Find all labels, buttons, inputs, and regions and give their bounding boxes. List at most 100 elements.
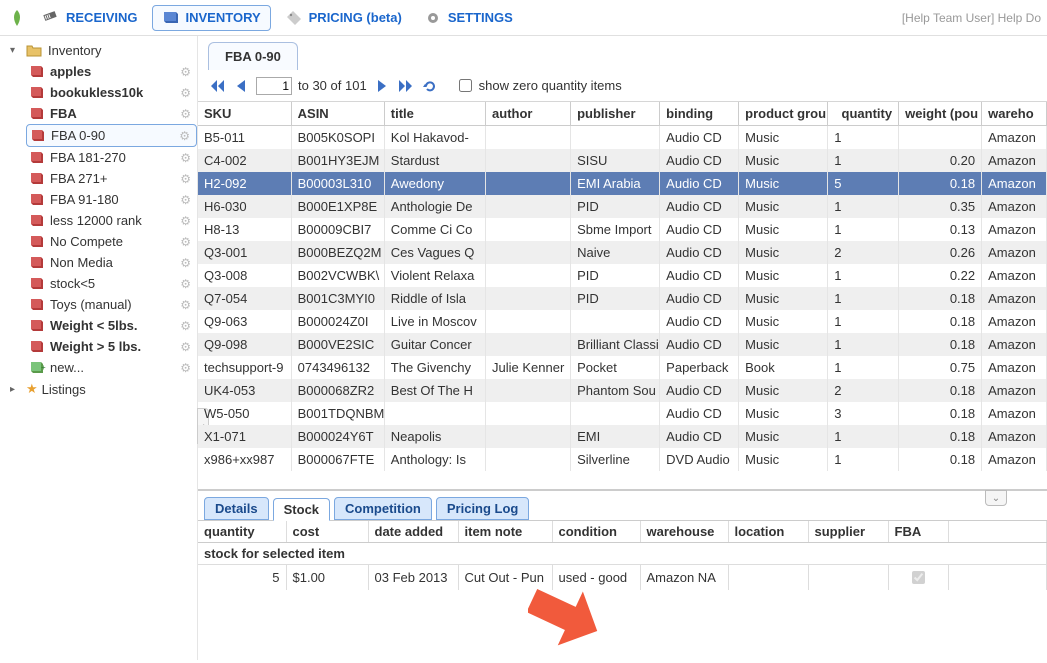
stock-column-header[interactable]: location (728, 521, 808, 543)
tab-receiving[interactable]: RECEIVING (34, 5, 146, 31)
table-row[interactable]: X1-071B000024Y6TNeapolisEMIAudio CDMusic… (198, 425, 1047, 448)
show-zero-qty-checkbox[interactable] (459, 79, 472, 92)
stock-column-header[interactable]: supplier (808, 521, 888, 543)
table-cell: Amazon (982, 425, 1047, 448)
detail-tab[interactable]: Details (204, 497, 269, 520)
column-header[interactable]: SKU (198, 102, 291, 126)
sidebar-item[interactable]: FBA⚙ (26, 103, 197, 124)
table-cell: Audio CD (660, 195, 739, 218)
table-cell (486, 402, 571, 425)
book-icon (30, 172, 46, 185)
gear-icon[interactable]: ⚙ (180, 151, 191, 165)
gear-icon[interactable]: ⚙ (180, 277, 191, 291)
gear-icon[interactable]: ⚙ (180, 65, 191, 79)
pager-prev-icon[interactable] (232, 78, 250, 94)
stock-column-header[interactable]: date added (368, 521, 458, 543)
sidebar-item[interactable]: Weight > 5 lbs.⚙ (26, 336, 197, 357)
gear-icon[interactable]: ⚙ (180, 86, 191, 100)
table-row[interactable]: Q7-054B001C3MYI0Riddle of IslaPIDAudio C… (198, 287, 1047, 310)
column-header[interactable]: weight (pou (899, 102, 982, 126)
pager-page-input[interactable] (256, 77, 292, 95)
tree-root-inventory[interactable]: ▾ Inventory (6, 40, 197, 61)
tree-expand-icon[interactable]: ▸ (10, 384, 22, 395)
table-row[interactable]: Q9-098B000VE2SICGuitar ConcerBrilliant C… (198, 333, 1047, 356)
sidebar-item[interactable]: FBA 271+⚙ (26, 168, 197, 189)
column-header[interactable]: binding (660, 102, 739, 126)
table-row[interactable]: x986+xx987B000067FTEAnthology: IsSilverl… (198, 448, 1047, 471)
column-header[interactable]: product grou (739, 102, 828, 126)
table-row[interactable]: Q3-008B002VCWBK\Violent RelaxaPIDAudio C… (198, 264, 1047, 287)
stock-column-header[interactable]: cost (286, 521, 368, 543)
table-cell: Audio CD (660, 402, 739, 425)
table-row[interactable]: Q9-063B000024Z0ILive in MoscovAudio CDMu… (198, 310, 1047, 333)
table-row[interactable]: H8-13B00009CBI7Comme Ci CoSbme ImportAud… (198, 218, 1047, 241)
sidebar-item[interactable]: No Compete⚙ (26, 231, 197, 252)
help-user-text: [Help Team User] Help Do (902, 11, 1041, 25)
stock-column-header[interactable]: item note (458, 521, 552, 543)
table-row[interactable]: W5-050B001TDQNBMAudio CDMusic30.18Amazon (198, 402, 1047, 425)
gear-icon[interactable]: ⚙ (179, 129, 190, 143)
sidebar-item[interactable]: Weight < 5lbs.⚙ (26, 315, 197, 336)
table-cell (486, 448, 571, 471)
column-header[interactable]: title (384, 102, 485, 126)
column-header[interactable]: wareho (982, 102, 1047, 126)
gear-icon[interactable]: ⚙ (180, 319, 191, 333)
tab-inventory[interactable]: INVENTORY (152, 5, 271, 31)
table-cell: Live in Moscov (384, 310, 485, 333)
table-cell: Music (739, 287, 828, 310)
gear-icon[interactable]: ⚙ (180, 214, 191, 228)
stock-fba-checkbox[interactable] (912, 571, 925, 584)
detail-tab[interactable]: Pricing Log (436, 497, 530, 520)
table-row[interactable]: techsupport-90743496132The GivenchyJulie… (198, 356, 1047, 379)
sidebar-item[interactable]: apples⚙ (26, 61, 197, 82)
sidebar-item[interactable]: Toys (manual)⚙ (26, 294, 197, 315)
sidebar-item[interactable]: bookukless10k⚙ (26, 82, 197, 103)
table-row[interactable]: B5-011B005K0SOPIKol Hakavod-Audio CDMusi… (198, 126, 1047, 150)
column-header[interactable]: publisher (571, 102, 660, 126)
sidebar-item[interactable]: +new...⚙ (26, 357, 197, 378)
book-icon (30, 340, 46, 353)
gear-icon[interactable]: ⚙ (180, 172, 191, 186)
table-row[interactable]: UK4-053B000068ZR2Best Of The HPhantom So… (198, 379, 1047, 402)
table-row[interactable]: H2-092B00003L310AwedonyEMI ArabiaAudio C… (198, 172, 1047, 195)
pager-last-icon[interactable] (397, 78, 415, 94)
table-cell: Naive (571, 241, 660, 264)
panel-tab[interactable]: FBA 0-90 (208, 42, 298, 70)
tree-root-listings[interactable]: ▸ ★ Listings (6, 378, 197, 400)
gear-icon[interactable]: ⚙ (180, 298, 191, 312)
gear-icon[interactable]: ⚙ (180, 361, 191, 375)
sidebar-item[interactable]: less 12000 rank⚙ (26, 210, 197, 231)
sidebar-item[interactable]: Non Media⚙ (26, 252, 197, 273)
gear-icon[interactable]: ⚙ (180, 256, 191, 270)
sidebar-item[interactable]: FBA 91-180⚙ (26, 189, 197, 210)
table-row[interactable]: C4-002B001HY3EJMStardustSISUAudio CDMusi… (198, 149, 1047, 172)
table-cell: Anthologie De (384, 195, 485, 218)
pager-refresh-icon[interactable] (421, 78, 439, 94)
tab-pricing[interactable]: PRICING (beta) (277, 5, 410, 31)
table-row[interactable]: H6-030B000E1XP8EAnthologie DePIDAudio CD… (198, 195, 1047, 218)
stock-column-header[interactable]: warehouse (640, 521, 728, 543)
detail-tab[interactable]: Stock (273, 498, 330, 521)
pager-next-icon[interactable] (373, 78, 391, 94)
table-expand-handle[interactable]: ⌄ (985, 490, 1007, 506)
tree-collapse-icon[interactable]: ▾ (10, 45, 22, 56)
sidebar-item[interactable]: FBA 0-90⚙ (26, 124, 197, 147)
stock-column-header[interactable]: condition (552, 521, 640, 543)
stock-column-header[interactable]: quantity (198, 521, 286, 543)
tab-settings[interactable]: SETTINGS (416, 5, 521, 31)
gear-icon[interactable]: ⚙ (180, 193, 191, 207)
pager-first-icon[interactable] (208, 78, 226, 94)
sidebar-item[interactable]: stock<5⚙ (26, 273, 197, 294)
table-cell: EMI Arabia (571, 172, 660, 195)
detail-tab[interactable]: Competition (334, 497, 432, 520)
gear-icon[interactable]: ⚙ (180, 235, 191, 249)
column-header[interactable]: ASIN (291, 102, 384, 126)
table-row[interactable]: Q3-001B000BEZQ2MCes Vagues QNaiveAudio C… (198, 241, 1047, 264)
sidebar-item[interactable]: FBA 181-270⚙ (26, 147, 197, 168)
gear-icon[interactable]: ⚙ (180, 107, 191, 121)
gear-icon[interactable]: ⚙ (180, 340, 191, 354)
stock-row[interactable]: 5 $1.00 03 Feb 2013 Cut Out - Pun used -… (198, 565, 1047, 591)
stock-column-header[interactable]: FBA (888, 521, 948, 543)
column-header[interactable]: quantity (828, 102, 899, 126)
column-header[interactable]: author (486, 102, 571, 126)
